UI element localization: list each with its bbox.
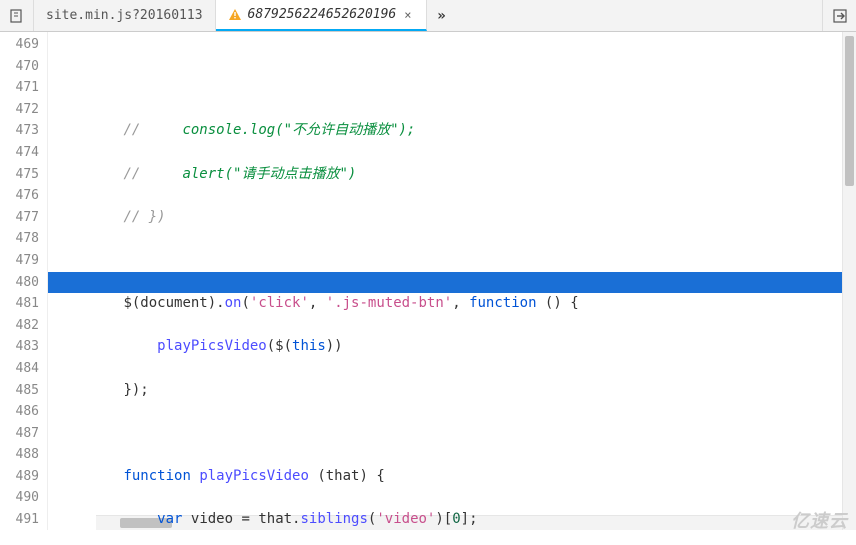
dock-icon [832,8,848,24]
line-number: 477 [0,207,39,229]
line-number: 481 [0,293,39,315]
line-number: 487 [0,423,39,445]
line-number: 471 [0,77,39,99]
line-number: 491 [0,509,39,531]
line-number: 469 [0,34,39,56]
tab-label: 6879256224652620196 [248,7,397,22]
code-editor[interactable]: 4694704714724734744754764774784794804814… [0,32,856,530]
line-number-gutter: 4694704714724734744754764774784794804814… [0,32,48,530]
line-number: 472 [0,99,39,121]
code-content[interactable]: // console.log("不允许自动播放"); // alert("请手动… [48,32,856,530]
line-number: 483 [0,336,39,358]
line-number: 475 [0,164,39,186]
page-icon [9,8,25,24]
line-number: 488 [0,444,39,466]
line-number: 478 [0,228,39,250]
line-number: 489 [0,466,39,488]
line-number: 484 [0,358,39,380]
line-number: 486 [0,401,39,423]
code-lines: // console.log("不允许自动播放"); // alert("请手动… [56,99,856,530]
sources-toolbar: site.min.js?20160113 6879256224652620196… [0,0,856,32]
tab-strip: site.min.js?20160113 6879256224652620196… [34,0,822,31]
tab-label: site.min.js?20160113 [46,8,203,23]
line-number: 473 [0,120,39,142]
line-number: 480 [0,272,39,294]
line-number: 476 [0,185,39,207]
tab-site-min-js[interactable]: site.min.js?20160113 [34,0,216,31]
line-number: 490 [0,487,39,509]
close-icon[interactable]: × [402,8,413,22]
line-number: 470 [0,56,39,78]
line-number: 485 [0,380,39,402]
tab-6879256224652620196[interactable]: 6879256224652620196 × [216,0,427,31]
page-nav-button[interactable] [0,0,34,31]
line-number: 482 [0,315,39,337]
warning-icon [228,8,242,22]
dock-button[interactable] [822,0,856,31]
line-number: 479 [0,250,39,272]
line-number: 474 [0,142,39,164]
tabs-overflow-button[interactable]: » [427,0,457,31]
